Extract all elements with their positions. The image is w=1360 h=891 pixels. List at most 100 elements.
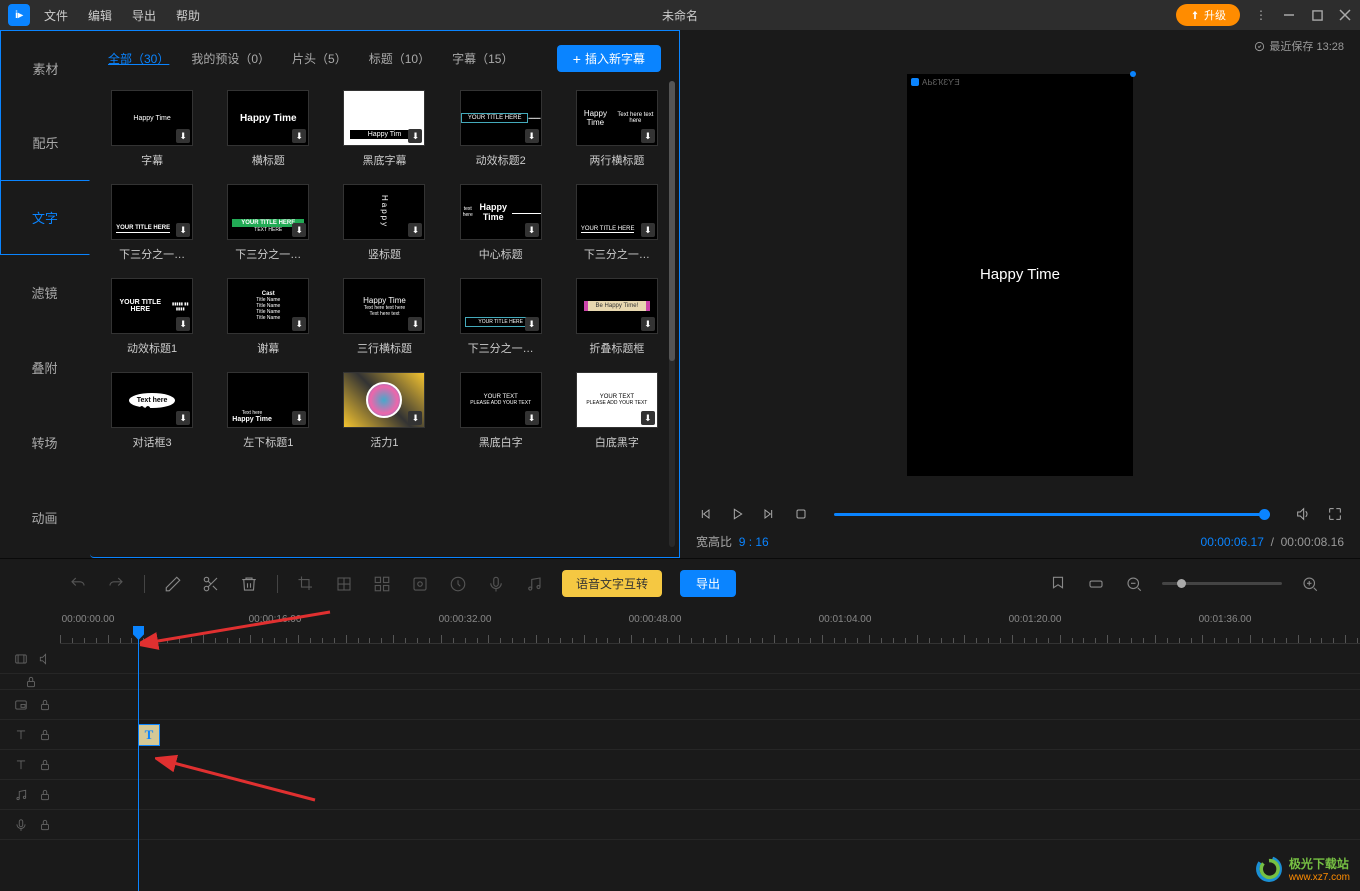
- download-icon[interactable]: ⬇: [408, 129, 422, 143]
- trash-icon[interactable]: [239, 574, 259, 594]
- download-icon[interactable]: ⬇: [408, 223, 422, 237]
- tab-presets[interactable]: 我的预设（0）: [191, 50, 270, 67]
- download-icon[interactable]: ⬇: [641, 411, 655, 425]
- download-icon[interactable]: ⬇: [176, 317, 190, 331]
- sidebar-item-overlay[interactable]: 叠附: [0, 330, 90, 405]
- upgrade-button[interactable]: 升级: [1176, 4, 1240, 26]
- template-item[interactable]: Happy Time⬇横标题: [224, 90, 312, 168]
- sidebar-item-filter[interactable]: 滤镜: [0, 255, 90, 330]
- export-button[interactable]: 导出: [680, 570, 736, 597]
- template-item[interactable]: YOUR TITLE HERE━━━━⬇动效标题2: [457, 90, 545, 168]
- tab-subtitles[interactable]: 字幕（15）: [452, 50, 513, 67]
- preview-canvas[interactable]: AЬƐҠƐƳƎ Happy Time: [907, 74, 1133, 476]
- mute-icon[interactable]: [38, 652, 52, 666]
- menu-file[interactable]: 文件: [44, 7, 68, 24]
- download-icon[interactable]: ⬇: [176, 129, 190, 143]
- maximize-icon[interactable]: [1310, 8, 1324, 22]
- template-item[interactable]: Happy TimeText here text hereText here t…: [340, 278, 428, 356]
- template-item[interactable]: YOUR TITLE HERE⬇下三分之一…: [457, 278, 545, 356]
- download-icon[interactable]: ⬇: [641, 129, 655, 143]
- fullscreen-icon[interactable]: [1326, 505, 1344, 523]
- track-text-1[interactable]: T: [0, 720, 1360, 750]
- templates-scrollbar[interactable]: [669, 81, 675, 547]
- menu-edit[interactable]: 编辑: [88, 7, 112, 24]
- template-item[interactable]: ⬇活力1: [340, 372, 428, 450]
- template-item[interactable]: YOUR TITLE HERE⬇下三分之一…: [108, 184, 196, 262]
- sidebar-item-animation[interactable]: 动画: [0, 480, 90, 555]
- menu-export[interactable]: 导出: [132, 7, 156, 24]
- voice-text-button[interactable]: 语音文字互转: [562, 570, 662, 597]
- sidebar-item-music[interactable]: 配乐: [0, 105, 90, 180]
- template-item[interactable]: Text here●●⬇对话框3: [108, 372, 196, 450]
- download-icon[interactable]: ⬇: [176, 411, 190, 425]
- template-item[interactable]: Text hereHappy Time⬇左下标题1: [224, 372, 312, 450]
- template-item[interactable]: Be Happy Time!⬇折叠标题框: [573, 278, 661, 356]
- marker-icon[interactable]: [1048, 574, 1068, 594]
- sidebar-item-transition[interactable]: 转场: [0, 405, 90, 480]
- volume-icon[interactable]: [1294, 505, 1312, 523]
- detach-audio-icon[interactable]: [524, 574, 544, 594]
- fit-icon[interactable]: [1086, 574, 1106, 594]
- text-clip[interactable]: T: [138, 724, 160, 746]
- download-icon[interactable]: ⬇: [292, 317, 306, 331]
- crop-icon[interactable]: [296, 574, 316, 594]
- zoom-slider[interactable]: [1162, 582, 1282, 585]
- download-icon[interactable]: ⬇: [525, 129, 539, 143]
- download-icon[interactable]: ⬇: [408, 317, 422, 331]
- insert-subtitle-button[interactable]: +插入新字幕: [557, 45, 661, 72]
- download-icon[interactable]: ⬇: [641, 317, 655, 331]
- download-icon[interactable]: ⬇: [292, 411, 306, 425]
- lock-icon[interactable]: [38, 788, 52, 802]
- download-icon[interactable]: ⬇: [525, 317, 539, 331]
- zoom-in-icon[interactable]: [1300, 574, 1320, 594]
- resize-handle[interactable]: [1130, 71, 1136, 77]
- template-item[interactable]: YOUR TEXTPLEASE ADD YOUR TEXT⬇白底黑字: [573, 372, 661, 450]
- download-icon[interactable]: ⬇: [176, 223, 190, 237]
- template-item[interactable]: YOUR TITLE HERETEXT HERE⬇下三分之一…: [224, 184, 312, 262]
- play-button[interactable]: [728, 505, 746, 523]
- template-item[interactable]: Happy⬇竖标题: [340, 184, 428, 262]
- freeze-icon[interactable]: [410, 574, 430, 594]
- lock-icon[interactable]: [38, 698, 52, 712]
- template-item[interactable]: YOUR TEXTPLEASE ADD YOUR TEXT⬇黑底白字: [457, 372, 545, 450]
- sidebar-item-material[interactable]: 素材: [0, 30, 90, 105]
- template-item[interactable]: CastTitle NameTitle NameTitle NameTitle …: [224, 278, 312, 356]
- progress-bar[interactable]: [834, 513, 1270, 516]
- download-icon[interactable]: ⬇: [525, 411, 539, 425]
- menu-help[interactable]: 帮助: [176, 7, 200, 24]
- prev-frame-button[interactable]: [696, 505, 714, 523]
- tab-all[interactable]: 全部（30）: [108, 50, 169, 67]
- scissors-icon[interactable]: [201, 574, 221, 594]
- track-video[interactable]: [0, 644, 1360, 674]
- mosaic-icon[interactable]: [334, 574, 354, 594]
- download-icon[interactable]: ⬇: [292, 129, 306, 143]
- lock-icon[interactable]: [38, 758, 52, 772]
- grid-icon[interactable]: [372, 574, 392, 594]
- undo-icon[interactable]: [68, 574, 88, 594]
- template-item[interactable]: YOUR TITLE HERE▮▮▮▮▮ ▮▮ ▮▮▮▮⬇动效标题1: [108, 278, 196, 356]
- voice-icon[interactable]: [486, 574, 506, 594]
- download-icon[interactable]: ⬇: [641, 223, 655, 237]
- template-item[interactable]: Happy Tim⬇黑底字幕: [340, 90, 428, 168]
- template-item[interactable]: Happy TimeText here text here⬇两行横标题: [573, 90, 661, 168]
- pencil-icon[interactable]: [163, 574, 183, 594]
- tab-openers[interactable]: 片头（5）: [292, 50, 347, 67]
- playhead[interactable]: [138, 628, 139, 891]
- download-icon[interactable]: ⬇: [525, 223, 539, 237]
- template-item[interactable]: text hereHappy Time⬇中心标题: [457, 184, 545, 262]
- track-audio[interactable]: [0, 780, 1360, 810]
- download-icon[interactable]: ⬇: [408, 411, 422, 425]
- close-icon[interactable]: [1338, 8, 1352, 22]
- tab-titles[interactable]: 标题（10）: [369, 50, 430, 67]
- lock-icon[interactable]: [24, 675, 38, 689]
- minimize-icon[interactable]: [1282, 8, 1296, 22]
- time-ruler[interactable]: 00:00:00.00 00:00:16.00 00:00:32.00 00:0…: [60, 608, 1360, 644]
- sidebar-item-text[interactable]: 文字: [0, 180, 90, 255]
- zoom-out-icon[interactable]: [1124, 574, 1144, 594]
- lock-icon[interactable]: [38, 818, 52, 832]
- redo-icon[interactable]: [106, 574, 126, 594]
- template-item[interactable]: Happy Time⬇字幕: [108, 90, 196, 168]
- lock-icon[interactable]: [38, 728, 52, 742]
- download-icon[interactable]: ⬇: [292, 223, 306, 237]
- speed-icon[interactable]: [448, 574, 468, 594]
